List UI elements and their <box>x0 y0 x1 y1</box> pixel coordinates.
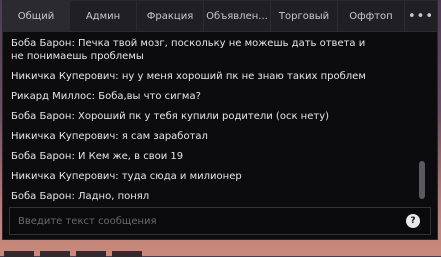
chat-message: Никичка Куперович: я сам заработал <box>11 131 208 142</box>
tab-admin[interactable]: Админ <box>70 1 137 31</box>
tab-faction[interactable]: Фракция <box>137 1 204 31</box>
chat-message: Рикард Миллос: Боба,вы что сигма? <box>11 91 201 102</box>
chat-message: Никичка Куперович: ну у меня хороший пк … <box>11 71 366 82</box>
chat-message: Боба Барон: Хороший пк у тебя купили род… <box>11 111 330 122</box>
hud-slot[interactable] <box>4 251 34 257</box>
bottom-button-row <box>4 251 142 257</box>
hud-slot[interactable] <box>112 251 142 257</box>
tab-announcements[interactable]: Объявлен... <box>204 1 271 31</box>
message-scrollbar[interactable] <box>417 39 425 199</box>
hud-slot[interactable] <box>76 251 106 257</box>
tab-trade[interactable]: Торговый <box>271 1 338 31</box>
chat-message: Никичка Куперович: туда сюда и милионер <box>11 171 242 182</box>
chat-message: Боба Барон: И Кем же, в свои 19 <box>11 151 184 162</box>
scrollbar-thumb[interactable] <box>419 161 425 199</box>
help-icon[interactable]: ? <box>406 214 420 228</box>
message-input[interactable] <box>10 214 406 228</box>
chat-tabs: Общий Админ Фракция Объявлен... Торговый… <box>3 1 437 32</box>
more-tabs-button[interactable]: ••• <box>405 1 437 31</box>
tab-offtopic[interactable]: Оффтоп <box>338 1 405 31</box>
chat-window: Общий Админ Фракция Объявлен... Торговый… <box>2 0 438 240</box>
tab-general[interactable]: Общий <box>3 1 70 31</box>
message-input-box: ? <box>9 207 431 235</box>
hud-slot[interactable] <box>40 251 70 257</box>
message-list: Боба Барон: Печка твой мозг, поскольку н… <box>11 37 415 203</box>
chat-message: Боба Барон: Печка твой мозг, поскольку н… <box>11 38 366 62</box>
chat-message: Боба Барон: Ладно, понял <box>11 191 150 202</box>
